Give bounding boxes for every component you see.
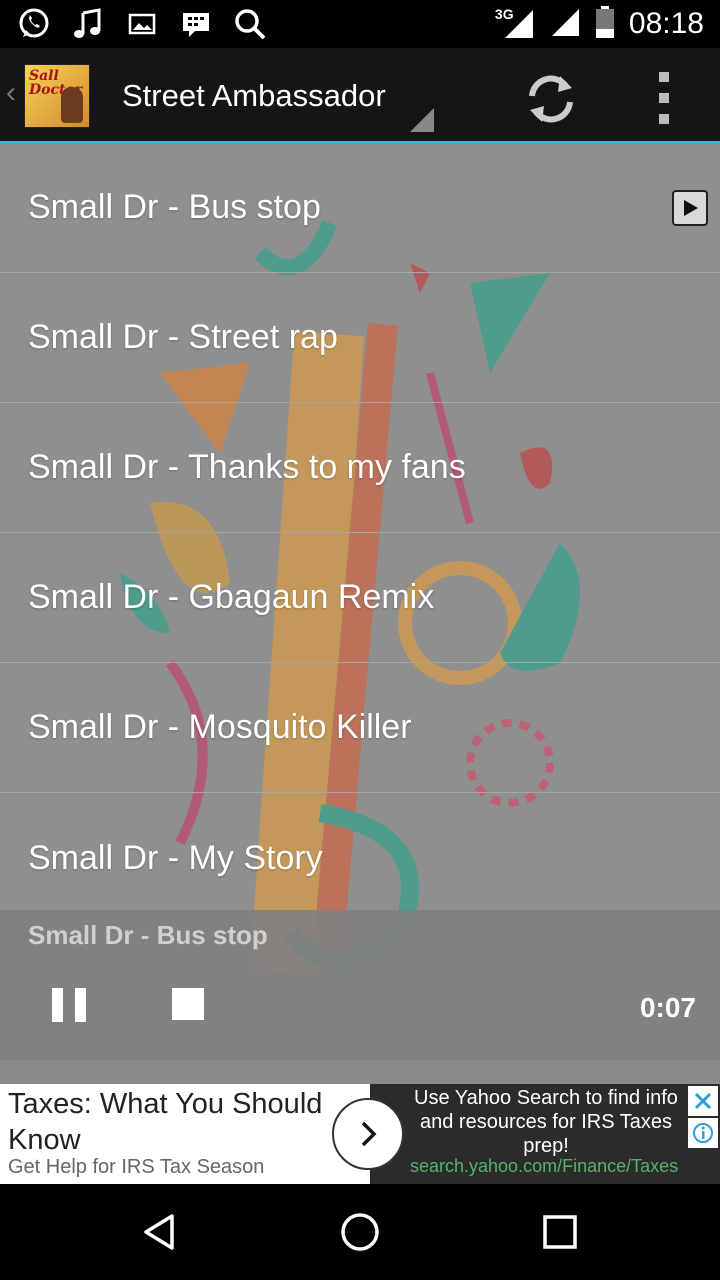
elapsed-time: 0:07 xyxy=(639,992,696,1023)
notification-icons xyxy=(16,6,268,42)
chevron-right-icon xyxy=(361,1121,377,1147)
track-title: Small Dr - Bus stop xyxy=(28,188,321,226)
track-row[interactable]: Small Dr - Street rap xyxy=(0,273,720,403)
overflow-menu-button[interactable] xyxy=(654,72,674,124)
recents-button[interactable] xyxy=(536,1208,584,1256)
recents-square-icon xyxy=(543,1215,577,1249)
overflow-dot xyxy=(659,114,669,124)
home-circle-icon xyxy=(341,1213,379,1251)
info-icon xyxy=(693,1123,713,1143)
ad-url[interactable]: search.yahoo.com/Finance/Taxes xyxy=(410,1156,682,1177)
bbm-icon xyxy=(178,6,214,42)
refresh-icon xyxy=(529,75,573,123)
home-button[interactable] xyxy=(336,1208,384,1256)
app-logo[interactable]: Sall Doctor xyxy=(24,64,90,128)
back-button[interactable] xyxy=(136,1208,184,1256)
pause-button[interactable] xyxy=(52,988,86,1022)
ad-title[interactable]: Taxes: What You Should Know xyxy=(8,1086,338,1158)
status-bar: 3G 08:18 xyxy=(0,0,720,48)
now-playing-indicator[interactable] xyxy=(672,190,708,226)
track-list: Small Dr - Bus stop Small Dr - Street ra… xyxy=(0,143,720,923)
signal-icon xyxy=(549,6,581,43)
close-icon xyxy=(694,1092,712,1110)
album-title[interactable]: Street Ambassador xyxy=(122,78,386,114)
track-title: Small Dr - Street rap xyxy=(28,318,338,356)
track-title: Small Dr - Gbagaun Remix xyxy=(28,578,435,616)
play-icon xyxy=(684,200,698,216)
track-row[interactable]: Small Dr - My Story xyxy=(0,793,720,923)
pause-bar xyxy=(52,988,63,1022)
image-icon xyxy=(124,6,160,42)
action-bar: ‹ Sall Doctor Street Ambassador xyxy=(0,48,720,144)
ad-headline-panel[interactable]: Taxes: What You Should Know Get Help for… xyxy=(0,1084,370,1184)
refresh-button[interactable] xyxy=(522,70,580,128)
whatsapp-icon xyxy=(16,6,52,42)
clock: 08:18 xyxy=(628,7,704,40)
pause-bar xyxy=(75,988,86,1022)
ad-banner[interactable]: Taxes: What You Should Know Get Help for… xyxy=(0,1084,720,1184)
ad-subtitle[interactable]: Get Help for IRS Tax Season xyxy=(8,1156,264,1179)
track-row[interactable]: Small Dr - Gbagaun Remix xyxy=(0,533,720,663)
track-title: Small Dr - Mosquito Killer xyxy=(28,708,412,746)
track-row[interactable]: Small Dr - Bus stop xyxy=(0,143,720,273)
player-controls: Small Dr - Bus stop 0:07 xyxy=(0,910,720,1060)
music-note-icon xyxy=(70,6,106,42)
system-nav-bar xyxy=(0,1184,720,1280)
ad-close-button[interactable] xyxy=(688,1086,718,1116)
ad-detail-panel[interactable]: Use Yahoo Search to find info and resour… xyxy=(370,1084,720,1184)
ad-description[interactable]: Use Yahoo Search to find info and resour… xyxy=(410,1086,682,1158)
content-footer-strip xyxy=(0,1060,720,1084)
signal-3g-icon: 3G xyxy=(495,6,535,42)
overflow-dot xyxy=(659,72,669,82)
back-triangle-icon xyxy=(144,1214,174,1250)
battery-icon xyxy=(595,5,615,44)
now-playing-title: Small Dr - Bus stop xyxy=(28,920,268,950)
logo-figure xyxy=(61,87,83,123)
overflow-dot xyxy=(659,93,669,103)
track-title: Small Dr - My Story xyxy=(28,838,323,877)
stop-button[interactable] xyxy=(172,988,204,1020)
ad-go-button[interactable] xyxy=(332,1098,404,1170)
ad-info-button[interactable] xyxy=(688,1118,718,1148)
track-title: Small Dr - Thanks to my fans xyxy=(28,448,466,486)
track-row[interactable]: Small Dr - Mosquito Killer xyxy=(0,663,720,793)
network-type-label: 3G xyxy=(494,6,514,22)
up-caret-icon[interactable]: ‹ xyxy=(6,76,16,110)
search-icon xyxy=(232,6,268,42)
spinner-dropdown-indicator-icon[interactable] xyxy=(410,108,434,132)
track-row[interactable]: Small Dr - Thanks to my fans xyxy=(0,403,720,533)
